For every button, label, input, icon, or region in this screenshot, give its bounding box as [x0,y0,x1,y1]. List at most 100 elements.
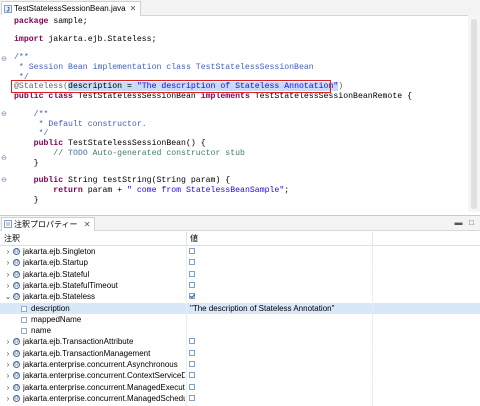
column-header-annotation[interactable]: 注釈 [4,232,20,245]
fold-collapse-icon[interactable]: ⊖ [1,56,8,63]
editor-tab-bar: J TestStatelessSessionBean.java ✕ [0,0,480,16]
annotation-checkbox[interactable] [189,259,195,266]
column-divider [186,313,187,325]
expanded-chevron-icon[interactable]: ⌄ [4,291,12,302]
close-icon[interactable]: ✕ [84,220,91,229]
attribute-icon [21,305,27,312]
table-row[interactable]: › @ jakarta.ejb.Stateful [0,268,480,280]
column-divider [186,257,187,269]
editor-vertical-scrollbar[interactable] [468,15,480,212]
table-row[interactable]: › @ jakarta.ejb.Singleton [0,246,480,257]
column-divider [372,246,373,257]
table-row[interactable]: › @ jakarta.enterprise.concurrent.ContextS… [0,370,480,382]
annotation-checkbox[interactable] [189,394,195,401]
fold-collapse-icon[interactable]: ⊖ [1,155,8,162]
annotation-name: jakarta.ejb.TransactionAttribute [23,337,134,347]
column-divider [372,279,373,291]
attribute-value[interactable]: "The description of Stateless Annotation… [190,303,334,314]
column-divider [372,347,373,359]
table-row[interactable]: › @ jakarta.ejb.TransactionManagement [0,347,480,359]
column-divider [372,325,373,337]
annotation-icon: @ [13,281,20,289]
column-divider [372,257,373,269]
annotation-icon: @ [13,361,20,368]
editor-gutter: ⊖ ⊖ ⊖ ⊖ [0,15,10,212]
annotation-name: jakarta.ejb.Startup [23,258,88,268]
annotation-icon: @ [13,270,20,278]
table-row[interactable]: › @ jakarta.ejb.TransactionAttribute [0,336,480,348]
code-line: } [14,159,39,168]
column-divider [186,279,187,291]
annotation-checkbox[interactable] [189,293,195,300]
table-row[interactable]: › @ jakarta.enterprise.concurrent.ManagedE… [0,381,480,393]
table-row[interactable]: › @ jakarta.enterprise.concurrent.ManagedS… [0,392,480,404]
annotation-name: jakarta.enterprise.concurrent.ManagedExe… [23,382,185,392]
column-divider [186,392,187,404]
annotation-icon: @ [13,349,20,357]
attribute-name: mappedName [31,314,82,324]
properties-icon [4,220,12,228]
code-line: } [14,196,39,205]
table-row[interactable]: ⌄ @ jakarta.ejb.Stateless [0,291,480,303]
view-tab-bar: 注釈プロパティー ✕ ▬ □ [0,216,480,231]
column-divider [186,302,187,314]
view-tab-label: 注釈プロパティー [14,220,78,229]
annotation-checkbox[interactable] [189,248,195,254]
collapsed-chevron-icon[interactable]: › [4,336,12,347]
column-divider [372,313,373,325]
annotation-icon: @ [13,259,20,267]
table-row[interactable]: › @ jakarta.ejb.Startup [0,257,480,269]
annotation-checkbox[interactable] [189,372,195,379]
annotation-checkbox[interactable] [189,281,195,288]
fold-collapse-icon[interactable]: ⊖ [1,111,8,118]
code-line: // TODO Auto-generated constructor stub [14,149,245,158]
collapsed-chevron-icon[interactable]: › [4,269,12,280]
column-divider [186,246,187,257]
annotation-name: jakarta.ejb.Stateless [23,292,96,302]
table-row[interactable]: description "The description of Stateless… [0,302,480,314]
table-row[interactable]: › @ jakarta.enterprise.concurrent.Asynchro… [0,359,480,370]
fold-collapse-icon[interactable]: ⊖ [1,177,8,184]
column-divider[interactable] [372,232,373,245]
collapsed-chevron-icon[interactable]: › [4,393,12,404]
annotation-checkbox[interactable] [189,383,195,390]
code-area[interactable]: ⊖ ⊖ ⊖ ⊖ package sample; import jakarta.e… [0,15,468,212]
code-line: * Session Bean implementation class Test… [14,63,314,72]
java-editor: J TestStatelessSessionBean.java ✕ ⊖ ⊖ ⊖ … [0,0,480,212]
table-row[interactable]: name [0,325,480,337]
annotation-highlight-box [11,80,331,93]
annotation-icon: @ [13,248,20,255]
annotation-properties-view: 注釈プロパティー ✕ ▬ □ 注釈 値 › @ jakarta.ejb.Single… [0,215,480,406]
annotation-properties-tab[interactable]: 注釈プロパティー ✕ [1,217,96,231]
annotation-checkbox[interactable] [189,338,195,345]
editor-tab[interactable]: J TestStatelessSessionBean.java ✕ [1,1,142,16]
annotation-checkbox[interactable] [189,270,195,277]
view-toolbar: ▬ □ [454,218,476,227]
column-header-value[interactable]: 値 [190,232,198,245]
table-row[interactable]: mappedName [0,313,480,325]
attribute-name: description [31,303,70,313]
collapsed-chevron-icon[interactable]: › [4,246,12,257]
close-icon[interactable]: ✕ [130,2,137,16]
column-divider[interactable] [186,232,187,245]
collapsed-chevron-icon[interactable]: › [4,370,12,381]
annotation-name: jakarta.ejb.StatefulTimeout [23,280,118,290]
collapsed-chevron-icon[interactable]: › [4,257,12,268]
maximize-icon[interactable]: □ [467,218,476,227]
collapsed-chevron-icon[interactable]: › [4,359,12,370]
annotation-name: jakarta.ejb.TransactionManagement [23,348,151,358]
annotation-icon: @ [13,394,20,402]
collapsed-chevron-icon[interactable]: › [4,280,12,291]
column-divider [186,268,187,280]
collapsed-chevron-icon[interactable]: › [4,348,12,359]
annotation-icon: @ [13,293,20,301]
table-row[interactable]: › @ jakarta.ejb.StatefulTimeout [0,279,480,291]
annotation-checkbox[interactable] [189,361,195,367]
scrollbar-thumb[interactable] [471,19,477,209]
annotation-checkbox[interactable] [189,349,195,356]
collapsed-chevron-icon[interactable]: › [4,382,12,393]
column-divider [372,268,373,280]
minimize-icon[interactable]: ▬ [454,218,463,227]
column-divider [186,347,187,359]
attribute-icon [21,316,27,323]
